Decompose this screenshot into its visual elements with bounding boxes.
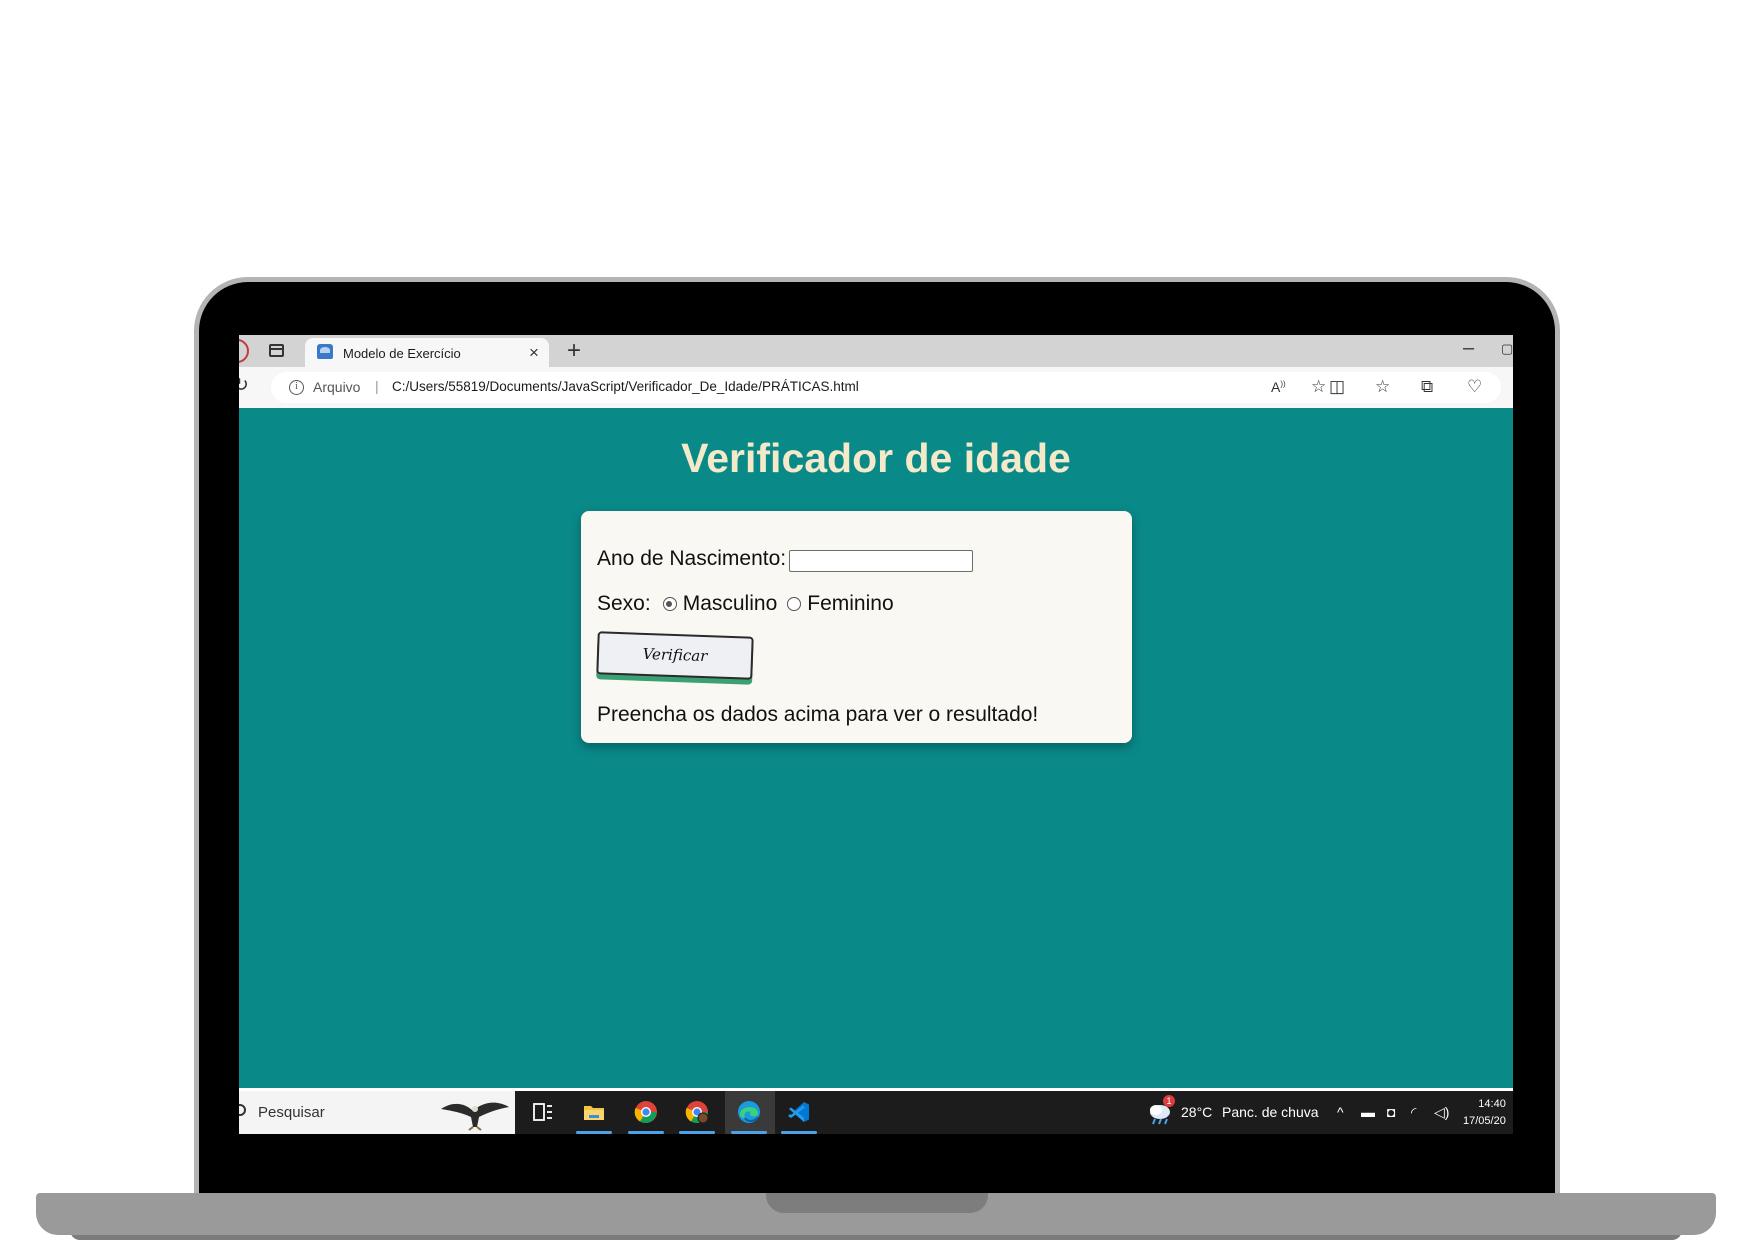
collections-icon[interactable]: ⧉ <box>1421 377 1433 397</box>
radio-masculino-label[interactable]: Masculino <box>683 592 778 616</box>
chrome-profile-icon[interactable] <box>685 1100 709 1124</box>
wifi-icon[interactable]: ◜ <box>1411 1104 1416 1121</box>
task-view-icon[interactable] <box>531 1100 555 1124</box>
app-running-indicator <box>781 1131 817 1134</box>
favorites-icon[interactable]: ☆ <box>1375 377 1390 397</box>
radio-masculino[interactable] <box>662 597 677 611</box>
verify-button[interactable]: Verificar <box>596 631 754 680</box>
tab-actions-icon[interactable] <box>269 344 284 357</box>
search-highlight-bird-icon <box>441 1102 509 1131</box>
taskbar-search-box[interactable]: Pesquisar <box>239 1091 515 1134</box>
meet-now-icon[interactable]: ◘ <box>1387 1104 1395 1120</box>
profile-icon[interactable] <box>239 339 249 363</box>
refresh-icon[interactable]: ↻ <box>239 374 249 397</box>
battery-plug-icon[interactable]: ▬ <box>1361 1104 1375 1120</box>
browser-tab-active[interactable]: Modelo de Exercício × <box>305 338 549 367</box>
app-running-indicator <box>731 1131 767 1134</box>
radio-feminino-label[interactable]: Feminino <box>807 592 893 616</box>
new-tab-icon[interactable]: + <box>567 337 581 365</box>
app-running-indicator <box>628 1131 664 1134</box>
app-running-indicator <box>576 1131 612 1134</box>
url-protocol: Arquivo <box>313 379 361 395</box>
radio-feminino[interactable] <box>787 597 802 611</box>
birth-year-input[interactable] <box>789 550 973 572</box>
edge-icon[interactable] <box>737 1100 761 1124</box>
weather-badge: 1 <box>1163 1095 1175 1107</box>
laptop-screen: Modelo de Exercício × + – ▢ ↻ i Arquivo … <box>239 335 1513 1134</box>
minimize-icon[interactable]: – <box>1463 337 1474 360</box>
close-tab-icon[interactable]: × <box>529 343 539 363</box>
taskbar-clock[interactable]: 14:40 17/05/20 <box>1463 1096 1506 1130</box>
info-icon[interactable]: i <box>289 380 304 395</box>
vscode-icon[interactable] <box>787 1100 811 1124</box>
sex-row: Sexo: Masculino Feminino <box>597 592 894 616</box>
search-placeholder: Pesquisar <box>258 1104 325 1121</box>
app-running-indicator <box>679 1131 715 1134</box>
address-bar[interactable]: i Arquivo | C:/Users/55819/Documents/Jav… <box>271 372 1501 403</box>
browser-essentials-icon[interactable]: ♡ <box>1467 377 1482 397</box>
chrome-icon[interactable] <box>634 1100 658 1124</box>
maximize-icon[interactable]: ▢ <box>1501 341 1513 357</box>
page-title: Verificador de idade <box>681 435 1071 481</box>
clock-date: 17/05/20 <box>1463 1115 1506 1127</box>
favorite-star-icon[interactable]: ☆ <box>1311 377 1326 397</box>
url-text[interactable]: C:/Users/55819/Documents/JavaScript/Veri… <box>392 379 859 394</box>
browser-tab-strip: Modelo de Exercício × + – ▢ <box>239 335 1513 367</box>
tab-title: Modelo de Exercício <box>343 346 461 361</box>
split-screen-icon[interactable]: ◫ <box>1329 377 1345 397</box>
form-card: Ano de Nascimento: Sexo: Masculino Femin… <box>581 511 1132 743</box>
search-icon <box>239 1104 246 1116</box>
favicon-icon <box>317 344 333 359</box>
weather-description[interactable]: Panc. de chuva <box>1222 1104 1319 1120</box>
file-explorer-icon[interactable] <box>582 1100 606 1124</box>
weather-temperature[interactable]: 28°C <box>1181 1104 1212 1120</box>
sex-label: Sexo: <box>597 592 651 615</box>
browser-toolbar: ↻ i Arquivo | C:/Users/55819/Documents/J… <box>239 367 1513 408</box>
laptop-notch <box>766 1193 988 1213</box>
windows-taskbar: Pesquisar 1 28°C Panc. de chuva ^ ▬ ◘ ◜ … <box>239 1088 1513 1134</box>
chevron-up-icon[interactable]: ^ <box>1337 1104 1344 1120</box>
year-label: Ano de Nascimento: <box>597 547 787 570</box>
clock-time: 14:40 <box>1478 1098 1506 1110</box>
read-aloud-icon[interactable]: A)) <box>1271 379 1286 395</box>
volume-icon[interactable]: ◁) <box>1434 1104 1449 1121</box>
result-text: Preencha os dados acima para ver o resul… <box>597 703 1039 726</box>
url-separator: | <box>375 378 379 394</box>
